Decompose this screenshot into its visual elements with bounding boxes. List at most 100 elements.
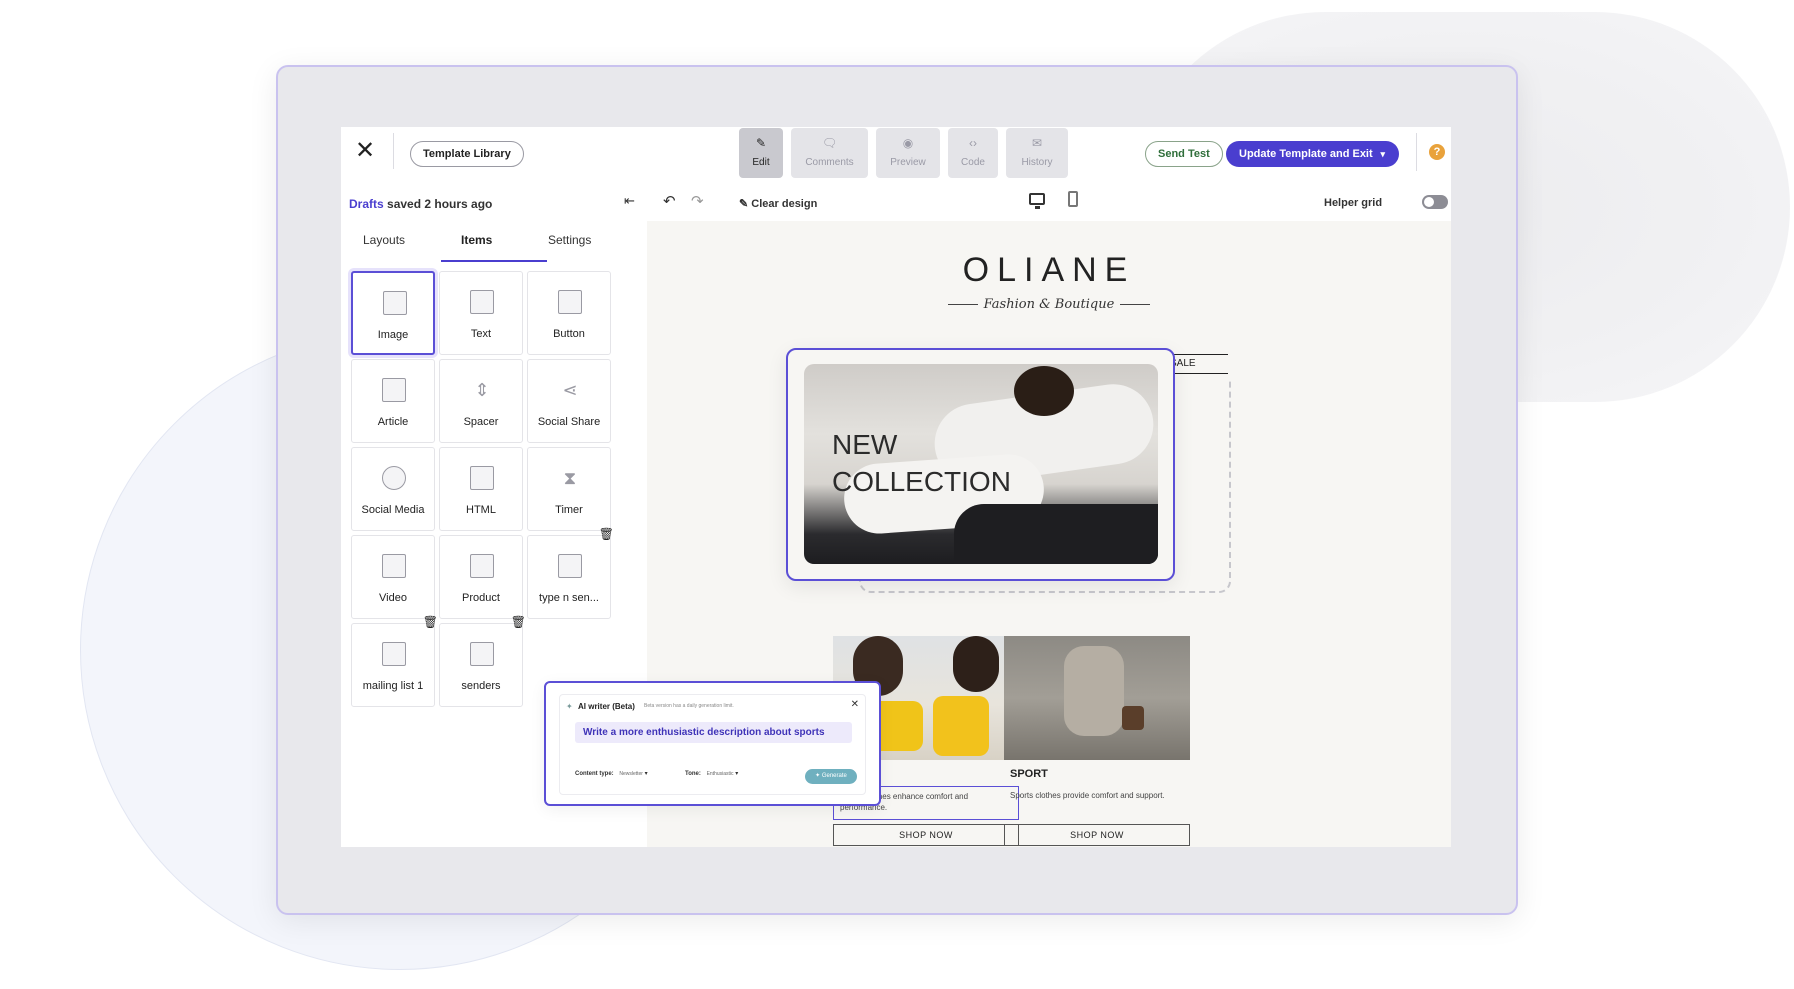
item-button[interactable]: Button — [527, 271, 611, 355]
item-custom-mailing-list[interactable]: mailing list 1 🗑 — [351, 615, 438, 707]
share-icon: ⋖ — [562, 380, 578, 400]
close-icon[interactable]: ✕ — [851, 699, 859, 710]
item-label: Timer — [555, 504, 583, 516]
generate-label: Generate — [821, 773, 847, 779]
video-icon — [382, 554, 406, 578]
ai-prompt-input[interactable]: Write a more enthusiastic description ab… — [575, 722, 852, 743]
mode-history-button[interactable]: ✉ History — [1006, 128, 1068, 178]
item-spacer[interactable]: ⇕ Spacer — [439, 359, 523, 443]
ai-writer-note: Beta version has a daily generation limi… — [644, 703, 734, 709]
item-video[interactable]: Video — [351, 535, 435, 619]
pencil-icon: ✎ — [755, 136, 767, 150]
undo-icon[interactable]: ↶ — [663, 192, 676, 210]
email-editor: ✕ Template Library ✎ Edit 🗨 Comments ◉ P… — [341, 127, 1451, 847]
sparkle-icon: ✦ — [566, 702, 573, 711]
item-product[interactable]: Product — [439, 535, 523, 619]
mode-preview-button[interactable]: ◉ Preview — [876, 128, 940, 178]
close-icon[interactable]: ✕ — [353, 139, 377, 163]
tab-layouts[interactable]: Layouts — [363, 233, 405, 247]
photo-detail — [933, 696, 989, 756]
item-label: Button — [553, 328, 585, 340]
item-custom-senders[interactable]: senders 🗑 — [439, 615, 526, 707]
trash-icon[interactable]: 🗑 — [511, 615, 526, 629]
brand-tagline: Fashion & Boutique — [647, 297, 1451, 312]
mode-label: Comments — [805, 157, 854, 168]
item-label: mailing list 1 — [362, 680, 424, 692]
product-icon — [470, 554, 494, 578]
mode-label: Edit — [752, 157, 770, 168]
item-label: Article — [377, 416, 409, 428]
hourglass-icon: ⧗ — [563, 468, 577, 488]
card-description[interactable]: Sports clothes provide comfort and suppo… — [1004, 786, 1190, 820]
item-label: type n sen... — [539, 592, 599, 604]
mode-edit-button[interactable]: ✎ Edit — [739, 128, 783, 178]
content-type-label: Content type: — [575, 771, 614, 777]
shop-now-button[interactable]: SHOP NOW — [833, 824, 1019, 846]
tone-select[interactable]: Tone: Enthusiastic ▾ — [685, 770, 738, 777]
text-icon — [470, 290, 494, 314]
clear-design-button[interactable]: ✎ Clear design — [739, 197, 817, 210]
photo-detail — [1122, 706, 1144, 730]
custom-block-icon — [470, 642, 494, 666]
item-label: Video — [379, 592, 407, 604]
template-library-button[interactable]: Template Library — [410, 141, 524, 167]
item-html[interactable]: HTML — [439, 447, 523, 531]
drafts-link[interactable]: Drafts — [349, 197, 384, 211]
hero-image[interactable]: NEW COLLECTION — [804, 364, 1158, 564]
shop-now-button[interactable]: SHOP NOW — [1004, 824, 1190, 846]
tab-settings[interactable]: Settings — [548, 233, 591, 247]
hero-photo-detail — [954, 504, 1158, 564]
draft-status-text: saved 2 hours ago — [383, 197, 493, 211]
helper-grid-label: Helper grid — [1324, 197, 1383, 209]
item-text[interactable]: Text — [439, 271, 523, 355]
hero-photo-detail — [1014, 366, 1074, 416]
item-social-share[interactable]: ⋖ Social Share — [527, 359, 611, 443]
tone-value: Enthusiastic — [706, 771, 734, 777]
redo-icon[interactable]: ↷ — [691, 192, 704, 210]
button-icon — [558, 290, 582, 314]
item-custom-type-n-sen[interactable]: type n sen... 🗑 — [527, 527, 614, 619]
custom-block-icon — [382, 642, 406, 666]
hero-block-selected[interactable]: NEW COLLECTION — [786, 348, 1175, 581]
social-media-icon — [382, 466, 406, 490]
chevron-down-icon[interactable]: ▾ — [1380, 141, 1385, 167]
update-template-button[interactable]: Update Template and Exit ▾ — [1226, 141, 1399, 167]
collapse-panel-icon[interactable]: ⇤ — [624, 193, 635, 209]
content-type-select[interactable]: Content type: Newsletter ▾ — [575, 770, 648, 777]
divider — [1120, 304, 1151, 305]
mobile-view-icon[interactable] — [1068, 191, 1078, 207]
helper-grid-toggle[interactable] — [1422, 195, 1448, 209]
ai-writer-title: AI writer (Beta) — [578, 702, 635, 711]
brand-logo: OLIANE — [962, 251, 1136, 289]
item-social-media[interactable]: Social Media — [351, 447, 435, 531]
tone-label: Tone: — [685, 771, 701, 777]
mode-code-button[interactable]: ‹› Code — [948, 128, 998, 178]
desktop-view-icon[interactable] — [1029, 193, 1045, 209]
card-heading: SPORT — [1010, 768, 1048, 780]
custom-block-icon — [558, 554, 582, 578]
item-label: HTML — [466, 504, 496, 516]
clear-design-label: Clear design — [751, 198, 818, 210]
generate-button[interactable]: ✦ Generate — [805, 769, 857, 784]
hero-title: NEW COLLECTION — [832, 426, 1011, 500]
tagline-text: Fashion & Boutique — [983, 297, 1115, 312]
trash-icon[interactable]: 🗑 — [423, 615, 438, 629]
item-label: Social Media — [361, 504, 425, 516]
content-type-value: Newsletter — [619, 771, 643, 777]
product-card: SPORT Sports clothes provide comfort and… — [1004, 636, 1190, 846]
tab-items[interactable]: Items — [461, 233, 492, 247]
help-icon[interactable]: ? — [1429, 144, 1445, 160]
divider — [1416, 133, 1417, 171]
trash-icon[interactable]: 🗑 — [599, 527, 614, 541]
mode-label: Preview — [890, 157, 926, 168]
item-image[interactable]: Image — [351, 271, 435, 355]
item-timer[interactable]: ⧗ Timer — [527, 447, 611, 531]
mode-comments-button[interactable]: 🗨 Comments — [791, 128, 868, 178]
photo-detail — [953, 636, 999, 692]
item-article[interactable]: Article — [351, 359, 435, 443]
eraser-icon: ✎ — [739, 198, 752, 210]
send-test-button[interactable]: Send Test — [1145, 141, 1223, 167]
html-icon — [470, 466, 494, 490]
item-label: senders — [461, 680, 501, 692]
product-photo[interactable] — [1004, 636, 1190, 760]
